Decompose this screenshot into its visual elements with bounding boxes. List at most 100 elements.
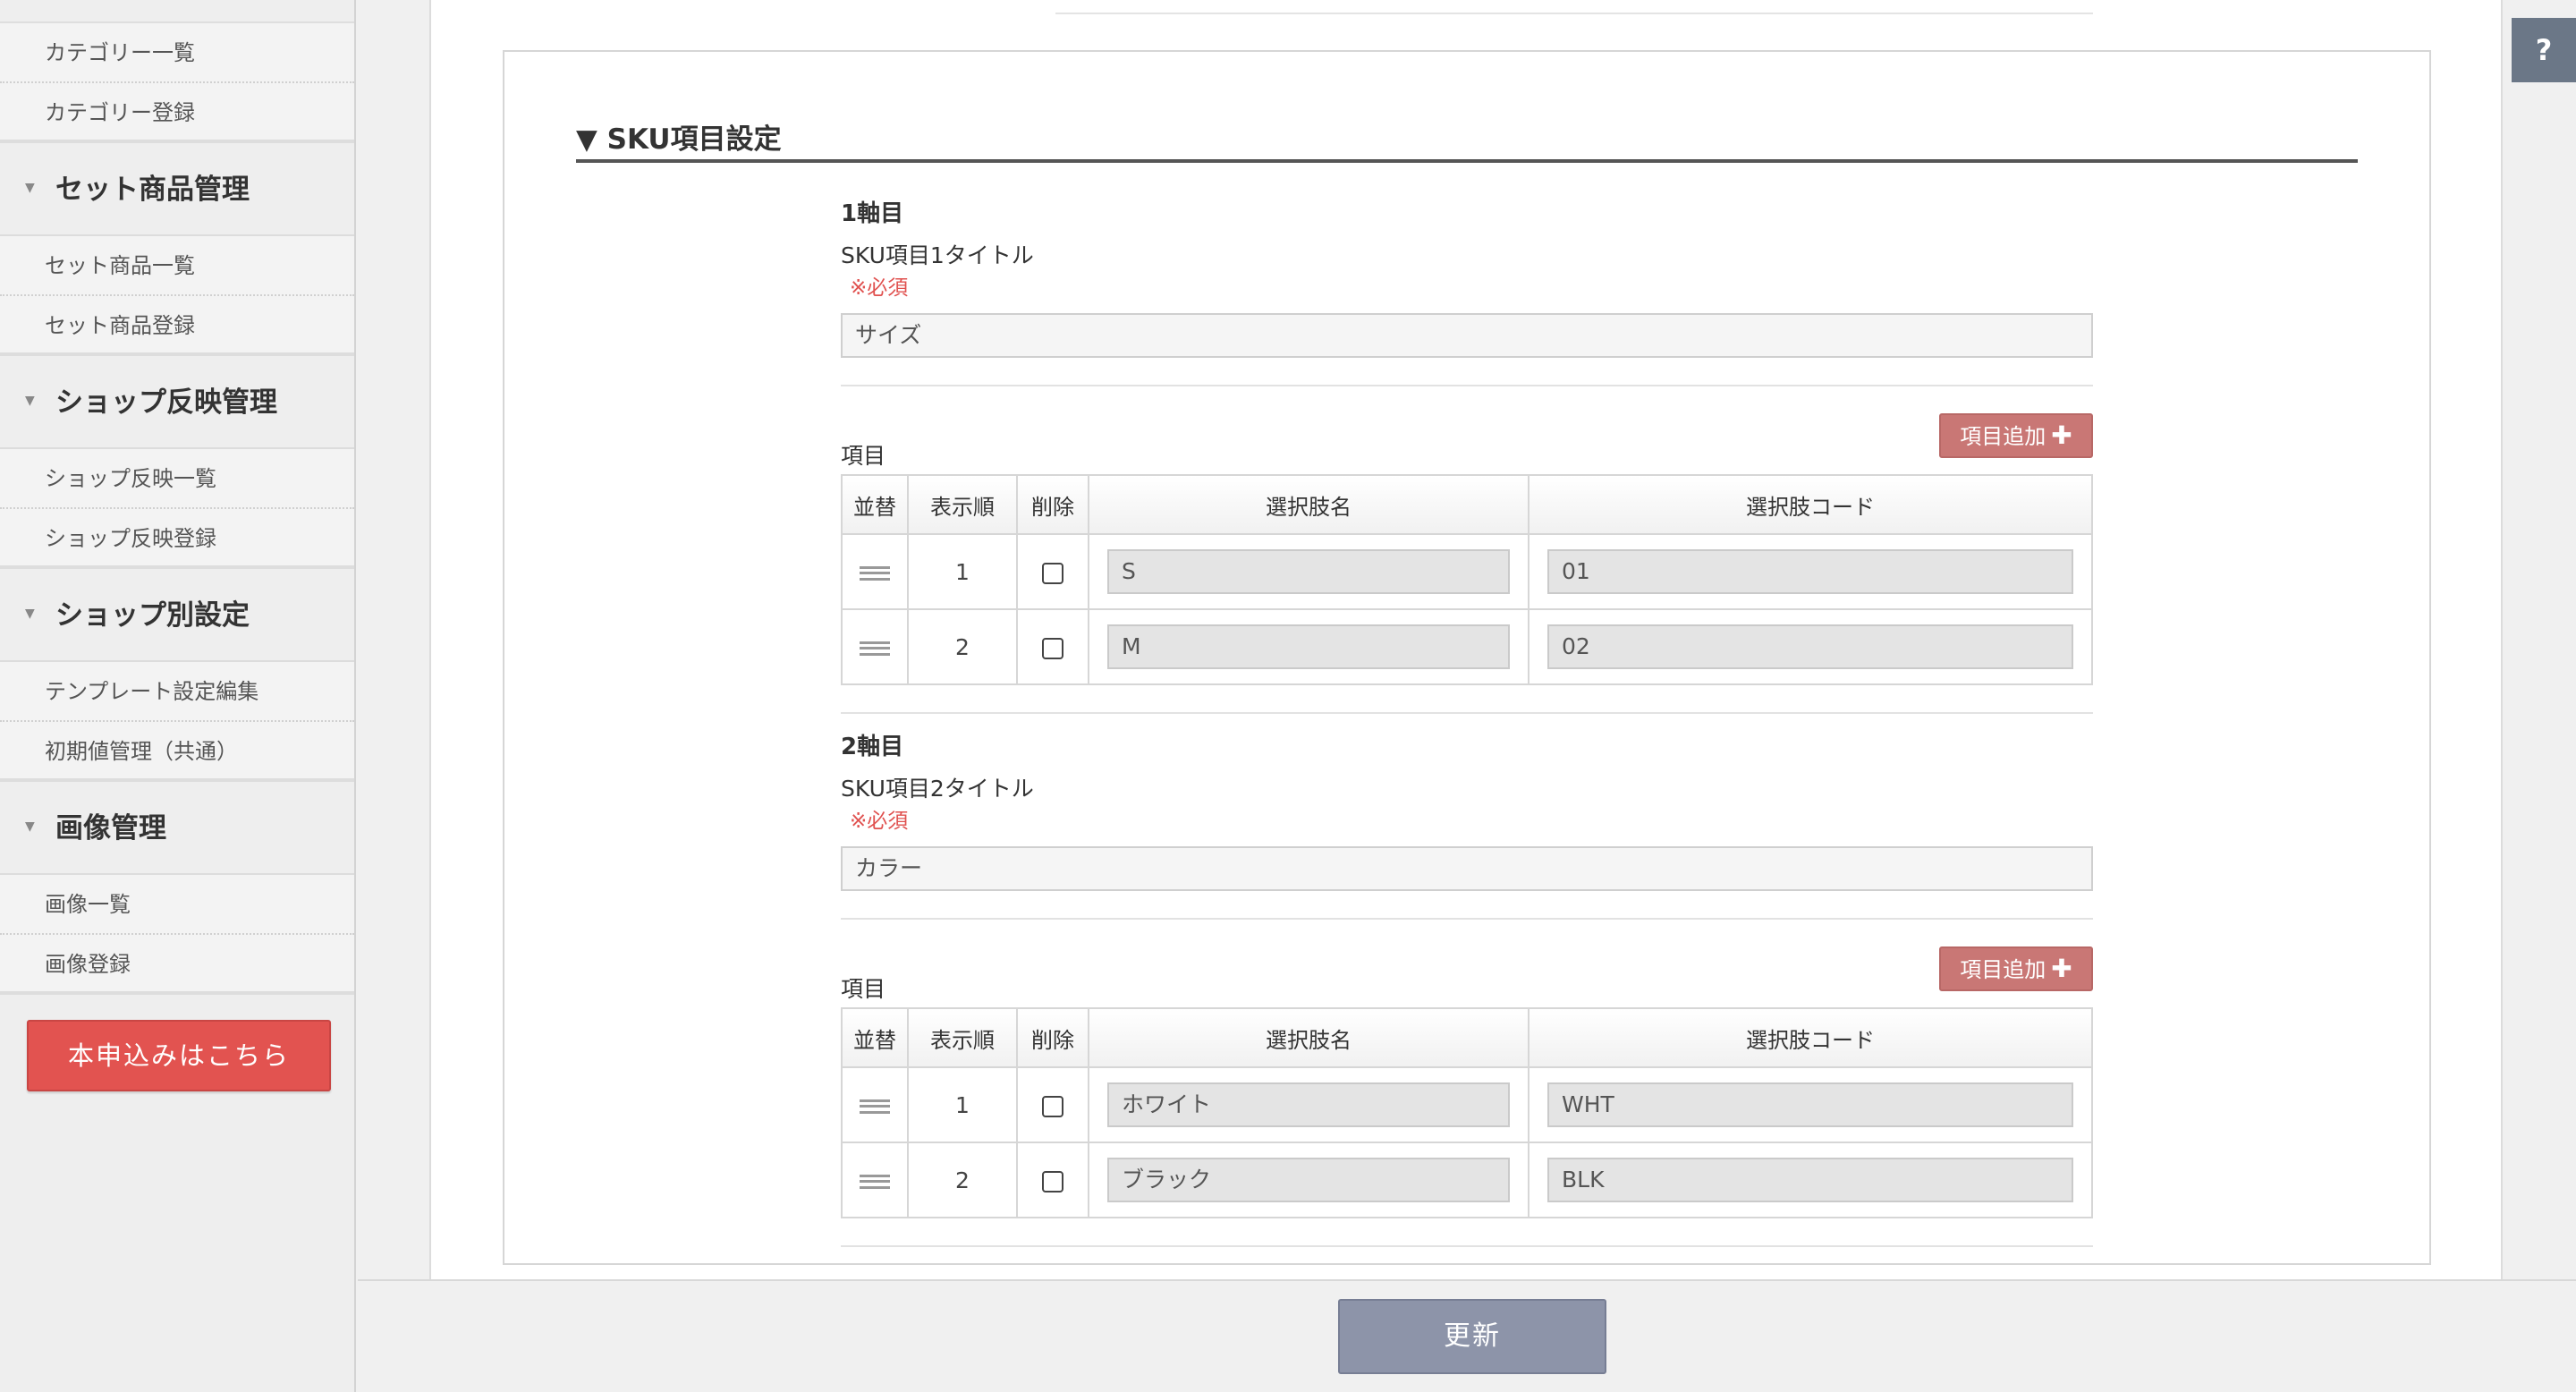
drag-handle-icon [860,565,890,581]
apply-now-button[interactable]: 本申込みはこちら [27,1020,331,1091]
column-header-order: 表示順 [907,1007,1018,1068]
sidebar-top-divider [0,0,354,23]
sku-title-label: SKU項目1タイトル [841,242,1034,268]
caret-down-icon: ▼ [25,606,35,621]
required-mark: ※必須 [850,810,909,833]
sidebar: カテゴリー一覧 カテゴリー登録 ▼ セット商品管理 セット商品一覧 セット商品登録… [0,0,356,1392]
option-code-input[interactable]: 01 [1547,549,2073,594]
option-code-input[interactable]: WHT [1547,1082,2073,1127]
help-button[interactable]: ? [2512,18,2576,82]
axis-heading: 1軸目 [841,200,904,227]
caret-down-icon: ▼ [25,393,35,408]
table-row: 1 ホワイト WHT [841,1066,2093,1143]
add-item-button[interactable]: 項目追加 ✚ [1939,413,2093,458]
drag-handle[interactable] [841,608,909,685]
sidebar-section-shop-settings[interactable]: ▼ ショップ別設定 [0,569,354,662]
divider [841,1245,2093,1247]
column-header-option-code: 選択肢コード [1528,1007,2093,1068]
plus-icon: ✚ [2051,420,2072,450]
sidebar-section-label: ショップ反映管理 [55,386,277,419]
sidebar-item-image-list[interactable]: 画像一覧 [0,875,354,935]
section-title-underline [576,159,2358,163]
plus-icon: ✚ [2051,954,2072,983]
column-header-option-name: 選択肢名 [1088,474,1530,535]
sku-options-table: 並替 表示順 削除 選択肢名 選択肢コード 1 S 01 2 M 02 [841,474,2093,685]
delete-checkbox[interactable] [1042,637,1063,659]
sku-axis-2: 2軸目 SKU項目2タイトル ※必須 カラー 項目 項目追加 ✚ 並替 表示順 削… [841,728,2093,1247]
option-code-cell: WHT [1528,1066,2093,1143]
option-name-cell: S [1088,533,1530,610]
sidebar-item-image-register[interactable]: 画像登録 [0,935,354,995]
drag-handle[interactable] [841,533,909,610]
sidebar-section-images[interactable]: ▼ 画像管理 [0,782,354,875]
column-header-delete: 削除 [1016,474,1089,535]
option-name-input[interactable]: S [1107,549,1510,594]
option-name-input[interactable]: ホワイト [1107,1082,1510,1127]
delete-checkbox[interactable] [1042,1170,1063,1193]
section-title: ▼ SKU項目設定 [576,123,782,156]
sidebar-item-shop-reflection-list[interactable]: ショップ反映一覧 [0,449,354,509]
order-cell: 1 [907,533,1018,610]
required-mark: ※必須 [850,276,909,300]
sidebar-item-shop-reflection-register[interactable]: ショップ反映登録 [0,509,354,569]
column-header-delete: 削除 [1016,1007,1089,1068]
sidebar-item-set-product-register[interactable]: セット商品登録 [0,296,354,356]
order-cell: 1 [907,1066,1018,1143]
option-code-cell: 01 [1528,533,2093,610]
option-name-input[interactable]: ブラック [1107,1158,1510,1202]
option-name-cell: M [1088,608,1530,685]
divider [841,712,2093,714]
option-name-input[interactable]: M [1107,624,1510,669]
update-button[interactable]: 更新 [1338,1299,1606,1374]
delete-cell [1016,1142,1089,1218]
caret-down-icon: ▼ [25,180,35,195]
table-header-row: 並替 表示順 削除 選択肢名 選択肢コード [841,1007,2093,1068]
option-name-cell: ホワイト [1088,1066,1530,1143]
sku-title-1-input[interactable]: サイズ [841,313,2093,358]
items-label: 項目 [841,443,886,469]
sidebar-section-label: 画像管理 [55,812,166,845]
delete-checkbox[interactable] [1042,1095,1063,1117]
sidebar-item-category-list[interactable]: カテゴリー一覧 [0,23,354,83]
sidebar-section-label: セット商品管理 [55,174,250,206]
delete-cell [1016,533,1089,610]
sku-options-table: 並替 表示順 削除 選択肢名 選択肢コード 1 ホワイト WHT 2 ブラック … [841,1007,2093,1218]
order-cell: 2 [907,1142,1018,1218]
drag-handle-icon [860,1174,890,1189]
sku-axis-1: 1軸目 SKU項目1タイトル ※必須 サイズ 項目 項目追加 ✚ 並替 表示順 削… [841,195,2093,714]
add-item-label: 項目追加 [1960,957,2046,982]
top-divider [1055,13,2093,14]
sku-title-2-input[interactable]: カラー [841,846,2093,891]
add-item-button[interactable]: 項目追加 ✚ [1939,946,2093,991]
sidebar-item-category-register[interactable]: カテゴリー登録 [0,83,354,143]
table-row: 2 M 02 [841,608,2093,685]
items-header: 項目 項目追加 ✚ [841,413,2093,474]
table-row: 2 ブラック BLK [841,1142,2093,1218]
sidebar-item-default-values[interactable]: 初期値管理（共通） [0,722,354,782]
sidebar-section-shop-reflection[interactable]: ▼ ショップ反映管理 [0,356,354,449]
option-code-input[interactable]: 02 [1547,624,2073,669]
divider [841,918,2093,920]
items-label: 項目 [841,976,886,1002]
column-header-sort: 並替 [841,1007,909,1068]
sidebar-section-label: ショップ別設定 [55,599,250,632]
sidebar-section-set-products[interactable]: ▼ セット商品管理 [0,143,354,236]
option-code-input[interactable]: BLK [1547,1158,2073,1202]
table-row: 1 S 01 [841,533,2093,610]
column-header-option-name: 選択肢名 [1088,1007,1530,1068]
drag-handle[interactable] [841,1066,909,1143]
column-header-option-code: 選択肢コード [1528,474,2093,535]
drag-handle[interactable] [841,1142,909,1218]
items-header: 項目 項目追加 ✚ [841,946,2093,1007]
delete-checkbox[interactable] [1042,562,1063,584]
drag-handle-icon [860,641,890,656]
order-cell: 2 [907,608,1018,685]
sku-title-label: SKU項目2タイトル [841,776,1034,802]
option-code-cell: 02 [1528,608,2093,685]
caret-down-icon: ▼ [25,819,35,834]
column-header-sort: 並替 [841,474,909,535]
axis-heading: 2軸目 [841,734,904,760]
sidebar-item-set-product-list[interactable]: セット商品一覧 [0,236,354,296]
column-header-order: 表示順 [907,474,1018,535]
sidebar-item-template-settings[interactable]: テンプレート設定編集 [0,662,354,722]
